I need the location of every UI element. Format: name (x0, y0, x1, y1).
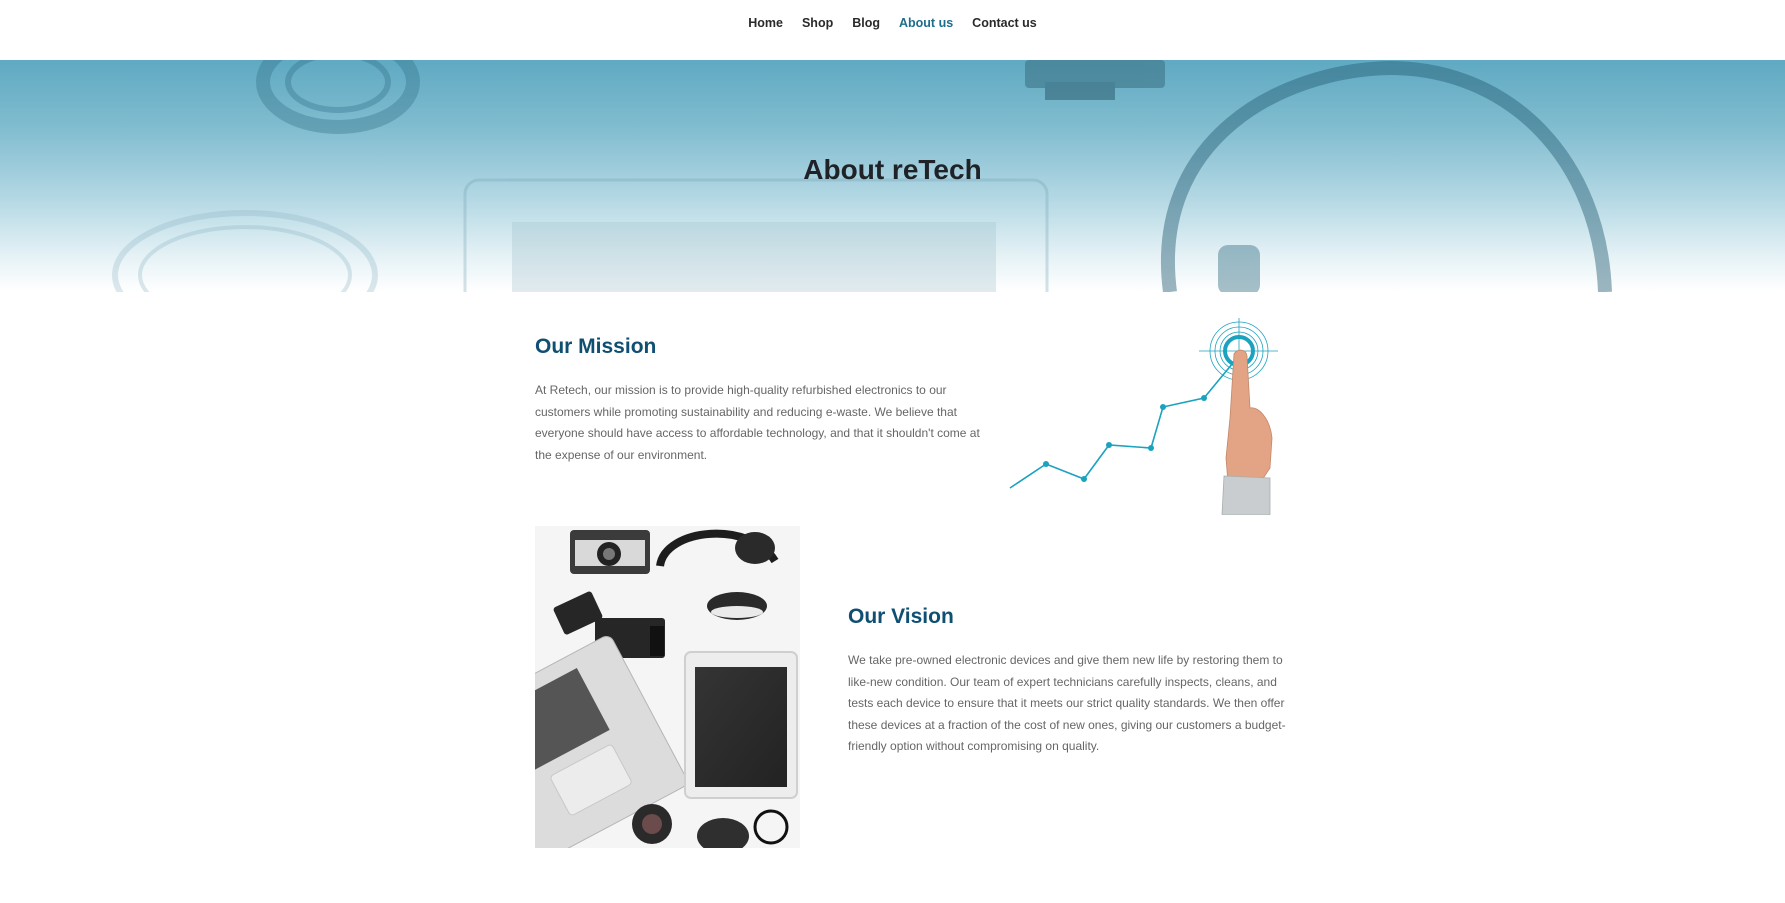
vision-paragraph: We take pre-owned electronic devices and… (848, 653, 1286, 753)
nav-home-link[interactable]: Home (739, 16, 793, 30)
nav-shop-link[interactable]: Shop (792, 16, 842, 30)
growth-chart-hand-illustration (1009, 318, 1278, 515)
nav-blog-link[interactable]: Blog (843, 16, 890, 30)
page-title: About reTech (803, 154, 982, 185)
hero-banner: About reTech (0, 60, 1785, 292)
nav-about-link[interactable]: About us (890, 16, 963, 30)
mission-paragraph: At Retech, our mission is to provide hig… (535, 383, 980, 462)
vision-heading: Our Vision (848, 605, 954, 628)
mission-heading: Our Mission (535, 335, 657, 358)
nav-contact-link[interactable]: Contact us (963, 16, 1047, 30)
electronics-flatlay-image (535, 526, 800, 848)
main-navigation: Home Shop Blog About us Contact us (0, 0, 1785, 60)
